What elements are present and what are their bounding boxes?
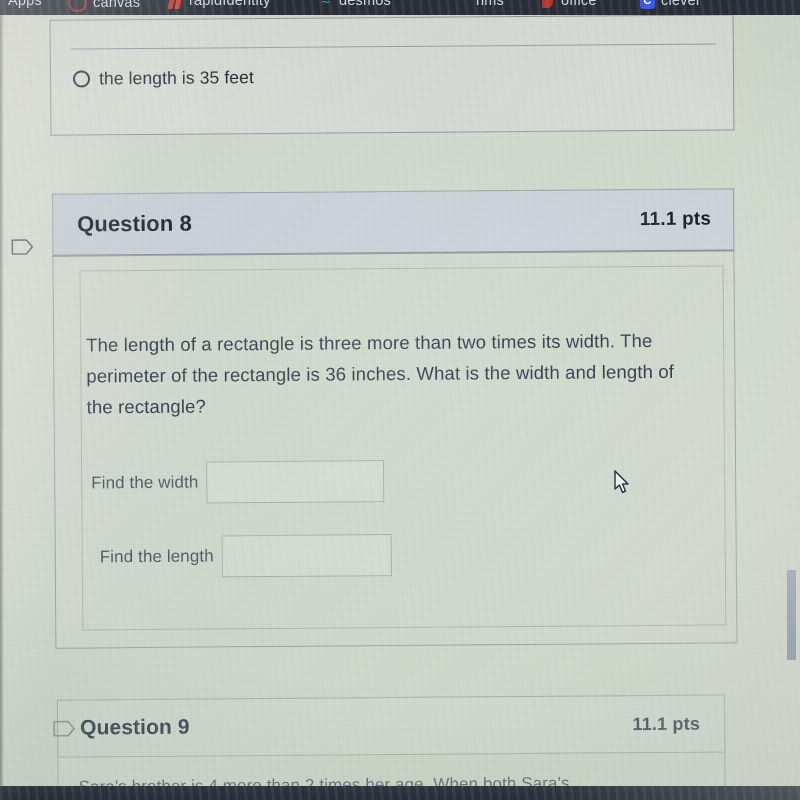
bookmark-nms[interactable]: nms xyxy=(455,0,504,9)
question-8-body: The length of a rectangle is three more … xyxy=(86,325,697,423)
rapididentity-icon xyxy=(168,0,183,9)
find-the-length-input[interactable] xyxy=(221,534,392,578)
question-8-header: Question 8 11.1 pts xyxy=(51,188,735,257)
question-9-title: Question 9 xyxy=(80,715,190,740)
office-icon xyxy=(540,0,555,9)
question-8-title: Question 8 xyxy=(77,210,192,237)
radio-button-icon[interactable] xyxy=(72,70,91,88)
bookmark-desmos[interactable]: ∼ desmos xyxy=(318,0,391,9)
screen-left-edge xyxy=(0,15,4,800)
bookmark-label: nms xyxy=(476,0,504,9)
screenshot-root: the length is 35 feet Question 8 11.1 pt… xyxy=(0,0,800,800)
clever-icon xyxy=(640,0,655,9)
bookmark-clever[interactable]: clever xyxy=(640,0,701,9)
vertical-scrollbar-thumb[interactable] xyxy=(787,570,796,660)
browser-bookmark-bar: Apps canvas rapidIdentity ∼ desmos nms o… xyxy=(0,0,800,15)
previous-question-card: the length is 35 feet xyxy=(49,15,735,136)
question-9-flag-icon[interactable] xyxy=(51,716,77,742)
bookmark-label: office xyxy=(561,0,597,9)
question-8-points: 11.1 pts xyxy=(639,208,712,231)
question-9-card: Question 9 11.1 pts Sara's brother is 4 … xyxy=(56,694,726,800)
answer-row-length: Find the length xyxy=(100,534,392,578)
bookmark-apps[interactable]: Apps xyxy=(8,0,42,9)
answer-row-width: Find the width xyxy=(91,460,385,504)
bookmark-office[interactable]: office xyxy=(540,0,597,9)
bookmark-canvas[interactable]: canvas xyxy=(68,0,140,12)
desmos-icon: ∼ xyxy=(319,0,332,9)
quiz-page: the length is 35 feet Question 8 11.1 pt… xyxy=(0,15,800,800)
bookmark-label: rapidIdentity xyxy=(189,0,271,9)
nms-icon xyxy=(455,0,470,9)
question-8-flag-icon[interactable] xyxy=(9,234,35,260)
question-8-card: Question 8 11.1 pts The length of a rect… xyxy=(51,188,738,649)
question-8-text: The length of a rectangle is three more … xyxy=(86,330,675,418)
find-the-length-label: Find the length xyxy=(99,546,214,567)
answer-option-row[interactable]: the length is 35 feet xyxy=(72,67,254,89)
bookmark-label: canvas xyxy=(93,0,141,11)
bookmark-label: clever xyxy=(661,0,701,9)
bookmark-label: Apps xyxy=(8,0,42,9)
screen-bottom-edge xyxy=(0,786,800,800)
find-the-width-label: Find the width xyxy=(91,472,199,493)
bookmark-label: desmos xyxy=(339,0,391,9)
question-9-points: 11.1 pts xyxy=(632,713,701,734)
answer-option-label: the length is 35 feet xyxy=(98,67,254,89)
find-the-width-input[interactable] xyxy=(206,460,385,504)
answer-divider xyxy=(70,43,716,50)
bookmark-rapididentity[interactable]: rapidIdentity xyxy=(168,0,271,9)
canvas-icon xyxy=(68,0,87,12)
question-9-header: Question 9 11.1 pts xyxy=(56,694,726,758)
